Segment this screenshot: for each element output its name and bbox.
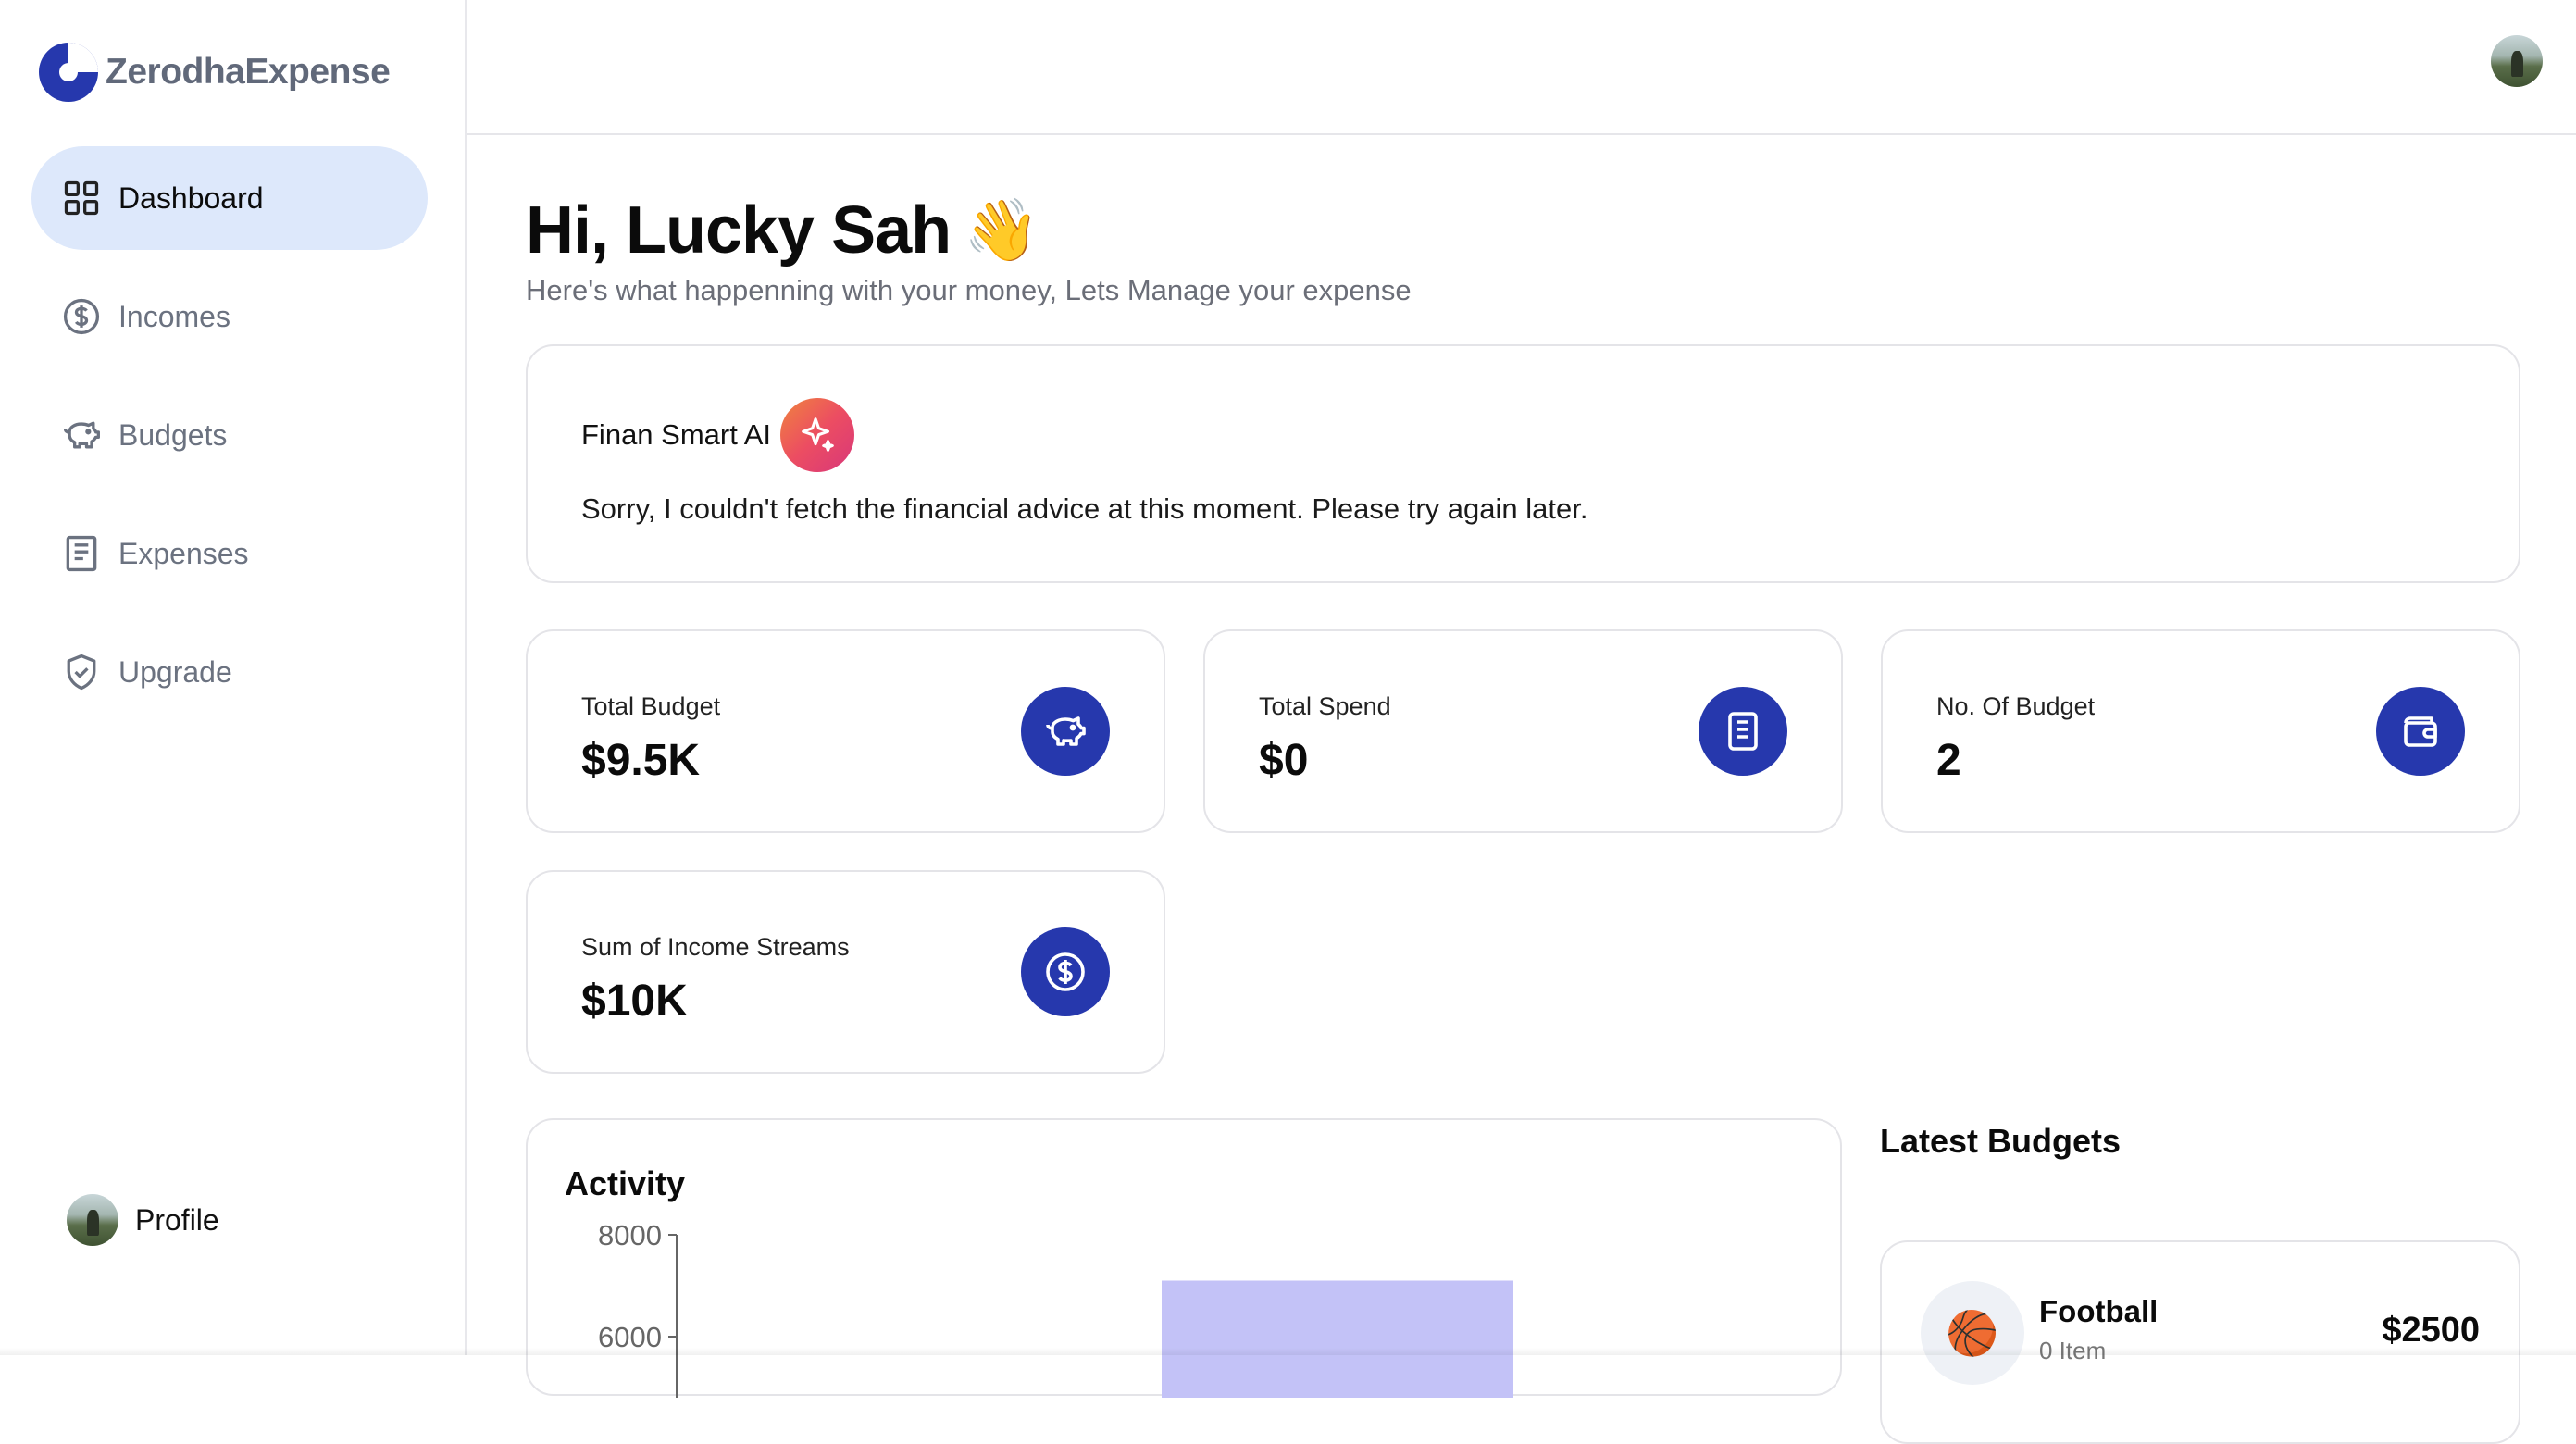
sidebar-item-label: Expenses (118, 536, 249, 570)
activity-chart: 80006000 (598, 1219, 1513, 1399)
sidebar-item-label: Incomes (118, 299, 230, 333)
sparkle-icon (780, 398, 855, 472)
avatar (67, 1194, 118, 1246)
stat-card-total-spend: Total Spend $0 (1203, 629, 1843, 833)
ai-advice-card: Finan Smart AI Sorry, I couldn't fetch t… (526, 344, 2520, 583)
stat-value: $9.5K (581, 736, 701, 785)
stat-value: 2 (1936, 736, 1961, 785)
stat-card-budget-count: No. Of Budget 2 (1881, 629, 2520, 833)
ai-card-title: Finan Smart AI (581, 418, 772, 451)
stat-card-income-streams: Sum of Income Streams $10K (526, 870, 1165, 1074)
sidebar-item-budgets[interactable]: Budgets (31, 383, 428, 487)
ai-advice-message: Sorry, I couldn't fetch the financial ad… (581, 492, 1588, 525)
dollar-circle-icon (1021, 927, 1110, 1016)
budget-item-card[interactable]: 🏀 Football 0 Item $2500 (1880, 1240, 2520, 1444)
page-subtitle: Here's what happenning with your money, … (526, 274, 1412, 306)
dashboard-grid-icon (64, 180, 99, 216)
stat-label: Sum of Income Streams (581, 933, 850, 961)
basketball-icon: 🏀 (1921, 1281, 2024, 1385)
shield-check-icon (67, 654, 96, 691)
sidebar-item-expenses[interactable]: Expenses (31, 502, 428, 605)
profile-link[interactable]: Profile (67, 1194, 219, 1246)
logo-icon (39, 43, 98, 102)
sidebar-item-label: Budgets (118, 417, 228, 452)
greeting: Hi, Lucky Sah 👋 (526, 193, 1039, 268)
y-tick-label: 8000 (598, 1219, 662, 1251)
wallet-icon (2376, 687, 2465, 776)
top-bar (467, 0, 2576, 135)
sidebar-item-dashboard[interactable]: Dashboard (31, 146, 428, 250)
latest-budgets-title: Latest Budgets (1880, 1122, 2122, 1160)
stat-label: Total Spend (1259, 692, 1391, 720)
stat-value: $10K (581, 977, 688, 1026)
budget-name: Football (2039, 1294, 2159, 1328)
receipt-icon (66, 535, 97, 572)
profile-label: Profile (135, 1202, 219, 1237)
ai-card-header: Finan Smart AI (581, 398, 855, 472)
sidebar-nav: Dashboard Incomes Budgets Expenses Upgra… (31, 146, 428, 739)
sidebar-item-upgrade[interactable]: Upgrade (31, 620, 428, 724)
sidebar: ZerodhaExpense Dashboard Incomes Budgets (0, 0, 467, 1355)
piggy-bank-icon (63, 421, 100, 449)
sidebar-item-label: Upgrade (118, 654, 232, 689)
app-logo[interactable]: ZerodhaExpense (37, 41, 391, 104)
stat-card-total-budget: Total Budget $9.5K (526, 629, 1165, 833)
dollar-circle-icon (63, 298, 100, 335)
page-title: Hi, Lucky Sah (526, 193, 952, 268)
sidebar-item-label: Dashboard (118, 180, 264, 215)
piggy-bank-icon (1021, 687, 1110, 776)
sidebar-item-incomes[interactable]: Incomes (31, 265, 428, 368)
stat-label: Total Budget (581, 692, 721, 720)
stat-value: $0 (1259, 736, 1309, 785)
stat-label: No. Of Budget (1936, 692, 2096, 720)
scroll-fade (0, 1348, 2576, 1355)
chart-bar[interactable] (1162, 1280, 1513, 1399)
waving-hand-icon: 👋 (964, 195, 1040, 264)
budget-amount: $2500 (2382, 1311, 2480, 1350)
user-avatar-button[interactable] (2491, 35, 2543, 87)
app-name: ZerodhaExpense (106, 52, 391, 92)
receipt-icon (1699, 687, 1787, 776)
